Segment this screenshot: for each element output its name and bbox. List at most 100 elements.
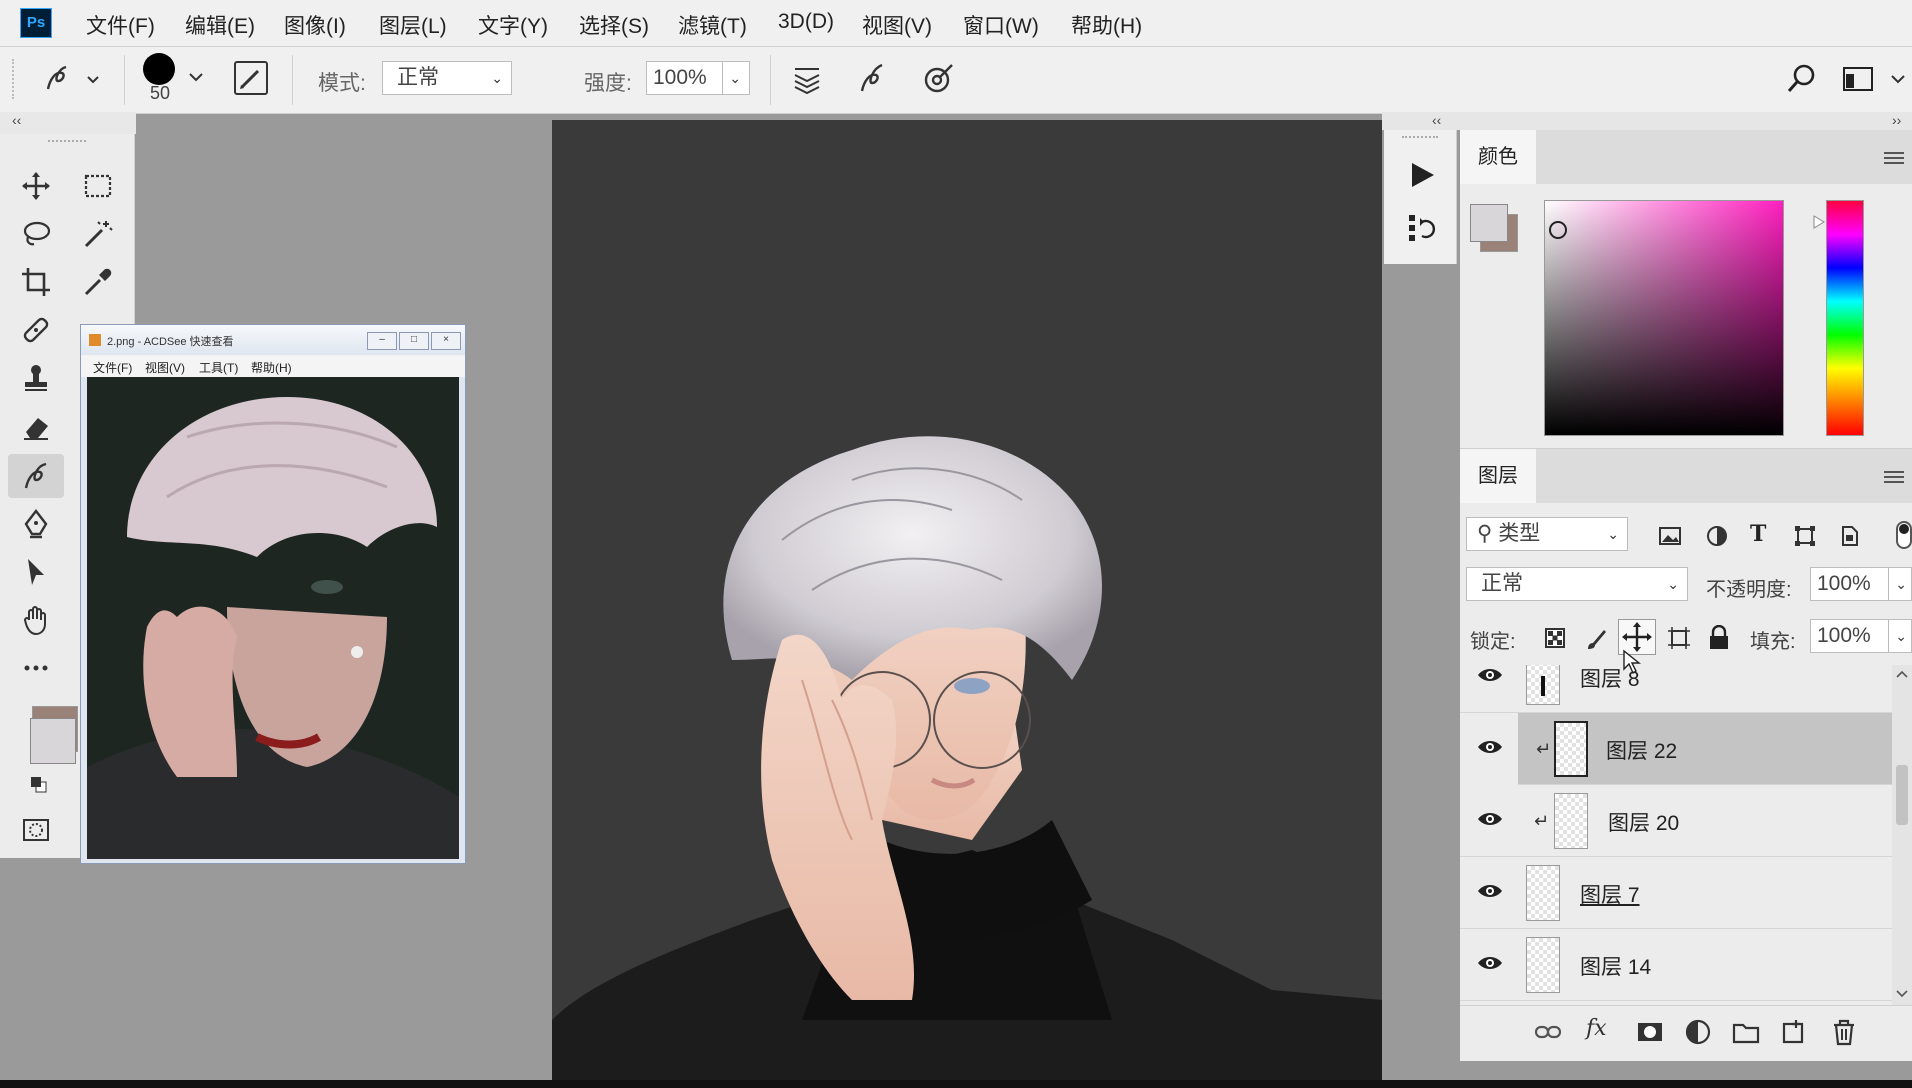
crop-tool[interactable] xyxy=(14,262,58,302)
menu-edit[interactable]: 编辑(E) xyxy=(185,10,255,40)
layer-row[interactable]: 图层 7 xyxy=(1460,857,1892,929)
scroll-down-icon[interactable] xyxy=(1896,989,1908,999)
panel-menu-icon[interactable] xyxy=(1884,471,1904,485)
sample-all-layers-icon[interactable] xyxy=(790,61,824,95)
finger-painting-icon[interactable] xyxy=(856,61,890,95)
hand-tool[interactable] xyxy=(14,600,58,640)
acdsee-viewer-window[interactable]: 2.png - ACDSee 快速查看 – □ × 文件(F) 视图(V) 工具… xyxy=(80,324,466,864)
collapse-icon[interactable]: ‹‹ xyxy=(12,112,21,128)
menu-file[interactable]: 文件(F) xyxy=(86,10,155,40)
collapse-left-icon[interactable]: ‹‹ xyxy=(1432,112,1441,128)
tab-color[interactable]: 颜色 xyxy=(1460,130,1536,184)
document-canvas[interactable] xyxy=(552,120,1382,1088)
healing-brush-tool[interactable] xyxy=(14,310,58,350)
hue-slider[interactable] xyxy=(1826,200,1864,436)
menu-3d[interactable]: 3D(D) xyxy=(778,10,834,34)
visibility-eye-icon[interactable] xyxy=(1476,953,1504,973)
mask-icon[interactable] xyxy=(1636,1018,1664,1046)
visibility-eye-icon[interactable] xyxy=(1476,665,1504,685)
visibility-eye-icon[interactable] xyxy=(1476,737,1504,757)
menu-filter[interactable]: 滤镜(T) xyxy=(678,10,747,40)
brush-preview[interactable] xyxy=(143,53,175,85)
eyedropper-tool[interactable] xyxy=(76,262,120,302)
menu-type[interactable]: 文字(Y) xyxy=(478,10,548,40)
layer-row[interactable]: 图层 14 xyxy=(1460,929,1892,1001)
foreground-color-swatch[interactable] xyxy=(1470,204,1508,242)
color-picker-handle[interactable] xyxy=(1549,221,1567,239)
close-icon[interactable]: × xyxy=(431,332,461,350)
tab-layers[interactable]: 图层 xyxy=(1460,449,1536,503)
path-selection-tool[interactable] xyxy=(14,552,58,592)
eraser-tool[interactable] xyxy=(14,406,58,446)
link-icon[interactable] xyxy=(1534,1018,1562,1046)
lock-all-icon[interactable] xyxy=(1708,625,1730,651)
default-colors-icon[interactable] xyxy=(30,776,48,794)
color-field[interactable] xyxy=(1544,200,1784,436)
menu-select[interactable]: 选择(S) xyxy=(579,10,649,40)
menu-help[interactable]: 帮助(H) xyxy=(1071,10,1142,40)
fill-input[interactable]: 100% ⌄ xyxy=(1810,619,1912,653)
acdsee-titlebar[interactable]: 2.png - ACDSee 快速查看 – □ × xyxy=(81,325,465,355)
visibility-eye-icon[interactable] xyxy=(1476,881,1504,901)
more-tools[interactable] xyxy=(14,648,58,688)
acdsee-menu-file[interactable]: 文件(F) xyxy=(93,359,132,376)
opacity-input[interactable]: 100% ⌄ xyxy=(1810,567,1912,601)
minimize-icon[interactable]: – xyxy=(367,332,397,350)
panel-menu-icon[interactable] xyxy=(1884,152,1904,166)
scroll-up-icon[interactable] xyxy=(1896,669,1908,679)
layer-name[interactable]: 图层 20 xyxy=(1608,807,1679,837)
type-filter-icon[interactable]: T xyxy=(1750,521,1766,547)
acdsee-menu-help[interactable]: 帮助(H) xyxy=(251,359,292,376)
chevron-down-icon[interactable] xyxy=(188,71,204,83)
tool-preset-picker[interactable] xyxy=(40,61,110,97)
layer-row[interactable]: ↵ 图层 20 xyxy=(1460,785,1892,857)
clone-stamp-tool[interactable] xyxy=(14,358,58,398)
layer-row-selected[interactable]: ↵ 图层 22 xyxy=(1518,713,1892,785)
layer-name[interactable]: 图层 8 xyxy=(1580,665,1640,693)
blend-mode-select[interactable]: 正常 ⌄ xyxy=(1466,567,1688,601)
trash-icon[interactable] xyxy=(1830,1018,1858,1046)
acdsee-menu-tools[interactable]: 工具(T) xyxy=(199,359,238,376)
fx-icon[interactable]: fx xyxy=(1586,1016,1607,1041)
pixel-filter-icon[interactable] xyxy=(1658,525,1682,547)
brush-settings-button[interactable] xyxy=(234,61,268,95)
maximize-icon[interactable]: □ xyxy=(399,332,429,350)
scroll-thumb[interactable] xyxy=(1896,765,1908,825)
search-icon[interactable] xyxy=(1786,63,1818,95)
marquee-tool[interactable] xyxy=(76,166,120,206)
filter-toggle[interactable] xyxy=(1896,521,1912,549)
layer-name[interactable]: 图层 7 xyxy=(1580,879,1640,909)
mode-select[interactable]: 正常 ⌄ xyxy=(382,61,512,95)
menu-image[interactable]: 图像(I) xyxy=(284,10,346,40)
lasso-tool[interactable] xyxy=(14,214,58,254)
menu-view[interactable]: 视图(V) xyxy=(862,10,932,40)
pen-tool[interactable] xyxy=(14,504,58,544)
collapse-right-icon[interactable]: ›› xyxy=(1892,112,1901,128)
hue-slider-handle-icon[interactable] xyxy=(1812,214,1826,230)
play-icon[interactable] xyxy=(1408,160,1436,190)
chevron-down-icon[interactable] xyxy=(1890,73,1906,85)
strength-input[interactable]: 100% ⌄ xyxy=(646,61,750,95)
workspace-icon[interactable] xyxy=(1842,65,1876,93)
layers-scrollbar[interactable] xyxy=(1892,665,1912,1005)
history-icon[interactable] xyxy=(1406,212,1438,244)
lock-artboard-icon[interactable] xyxy=(1666,625,1692,651)
magic-wand-tool[interactable] xyxy=(76,214,120,254)
menu-window[interactable]: 窗口(W) xyxy=(963,10,1039,40)
quick-mask-button[interactable] xyxy=(14,810,58,850)
adjustment-filter-icon[interactable] xyxy=(1706,525,1728,547)
adjustment-icon[interactable] xyxy=(1684,1018,1712,1046)
smudge-tool[interactable] xyxy=(8,454,64,498)
acdsee-menu-view[interactable]: 视图(V) xyxy=(145,359,185,376)
layer-row[interactable]: 图层 8 xyxy=(1460,665,1892,713)
layer-name[interactable]: 图层 22 xyxy=(1606,735,1677,765)
lock-pixels-icon[interactable] xyxy=(1584,627,1608,651)
shape-filter-icon[interactable] xyxy=(1794,525,1816,547)
new-layer-icon[interactable] xyxy=(1780,1018,1808,1046)
visibility-eye-icon[interactable] xyxy=(1476,809,1504,829)
folder-icon[interactable] xyxy=(1732,1018,1760,1046)
foreground-color-swatch[interactable] xyxy=(30,718,76,764)
filter-kind-select[interactable]: ⚲ 类型 ⌄ xyxy=(1466,517,1628,551)
smart-object-filter-icon[interactable] xyxy=(1838,525,1860,547)
lock-transparency-icon[interactable] xyxy=(1544,627,1566,649)
